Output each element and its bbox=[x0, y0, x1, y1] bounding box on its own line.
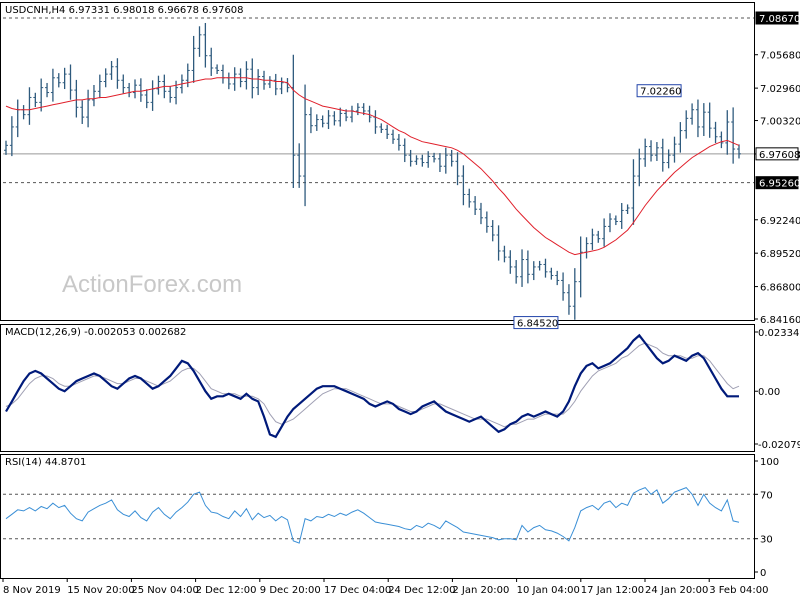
x-tick-label: 2 Dec 12:00 bbox=[196, 585, 257, 596]
rsi-layer bbox=[3, 487, 754, 544]
macd-main-line bbox=[5, 333, 739, 439]
x-tick-label: 25 Nov 04:00 bbox=[131, 585, 198, 596]
x-tick-label: 10 Jan 04:00 bbox=[517, 585, 580, 596]
x-tick-label: 15 Nov 20:00 bbox=[67, 585, 134, 596]
watermark: ActionForex.com bbox=[62, 271, 242, 298]
rsi-line bbox=[5, 487, 740, 544]
price-tick-label: 6.92240 bbox=[760, 216, 800, 227]
x-tick-label: 2 Jan 20:00 bbox=[452, 585, 509, 596]
rsi-tick-label: 0 bbox=[760, 568, 766, 579]
macd-layer bbox=[5, 333, 740, 439]
moving-average-line bbox=[5, 77, 740, 256]
rsi-tick-label: 70 bbox=[760, 490, 773, 501]
level-price-tag-label: 7.08670 bbox=[759, 14, 800, 25]
level-price-tag-label: 6.95260 bbox=[759, 179, 800, 190]
price-tick-label: 7.05680 bbox=[760, 51, 800, 62]
macd-signal-line bbox=[5, 342, 740, 428]
price-tick-label: 6.86800 bbox=[760, 283, 800, 294]
x-tick-label: 9 Dec 20:00 bbox=[260, 585, 321, 596]
price-tick-label: 7.00320 bbox=[760, 117, 800, 128]
price-tick-label: 6.89520 bbox=[760, 249, 800, 260]
symbol-title: USDCNH,H4 6.97331 6.98018 6.96678 6.9760… bbox=[5, 5, 244, 16]
annotation-label: 6.84520 bbox=[517, 319, 558, 330]
price-tick-label: 7.02960 bbox=[760, 84, 800, 95]
x-tick-label: 24 Dec 12:00 bbox=[388, 585, 455, 596]
annotation-label: 7.02260 bbox=[640, 87, 681, 98]
current-price-tag-label: 6.97608 bbox=[759, 150, 800, 161]
x-tick-label: 8 Nov 2019 bbox=[3, 585, 61, 596]
rsi-tick-label: 30 bbox=[760, 535, 773, 546]
x-tick-label: 17 Jan 12:00 bbox=[581, 585, 644, 596]
x-tick-label: 3 Feb 04:00 bbox=[709, 585, 768, 596]
rsi-title: RSI(14) 44.8701 bbox=[5, 457, 86, 468]
macd-title: MACD(12,26,9) -0.002053 0.002682 bbox=[5, 327, 186, 338]
x-tick-label: 17 Dec 04:00 bbox=[324, 585, 391, 596]
macd-tick-label: -0.020798 bbox=[758, 440, 800, 451]
x-tick-label: 24 Jan 20:00 bbox=[645, 585, 708, 596]
macd-tick-label: 0.00 bbox=[758, 387, 780, 398]
chart-canvas: ActionForex.com 7.02260 6.84520 7.05680 7.… bbox=[0, 2, 800, 596]
axis-layer: 7.056807.029607.003206.976006.922406.895… bbox=[2, 11, 800, 596]
rsi-tick-label: 100 bbox=[760, 457, 779, 468]
macd-tick-label: 0.023345 bbox=[758, 328, 800, 339]
rsi-panel-frame bbox=[0, 454, 755, 579]
price-tick-label: 6.84160 bbox=[760, 315, 800, 326]
